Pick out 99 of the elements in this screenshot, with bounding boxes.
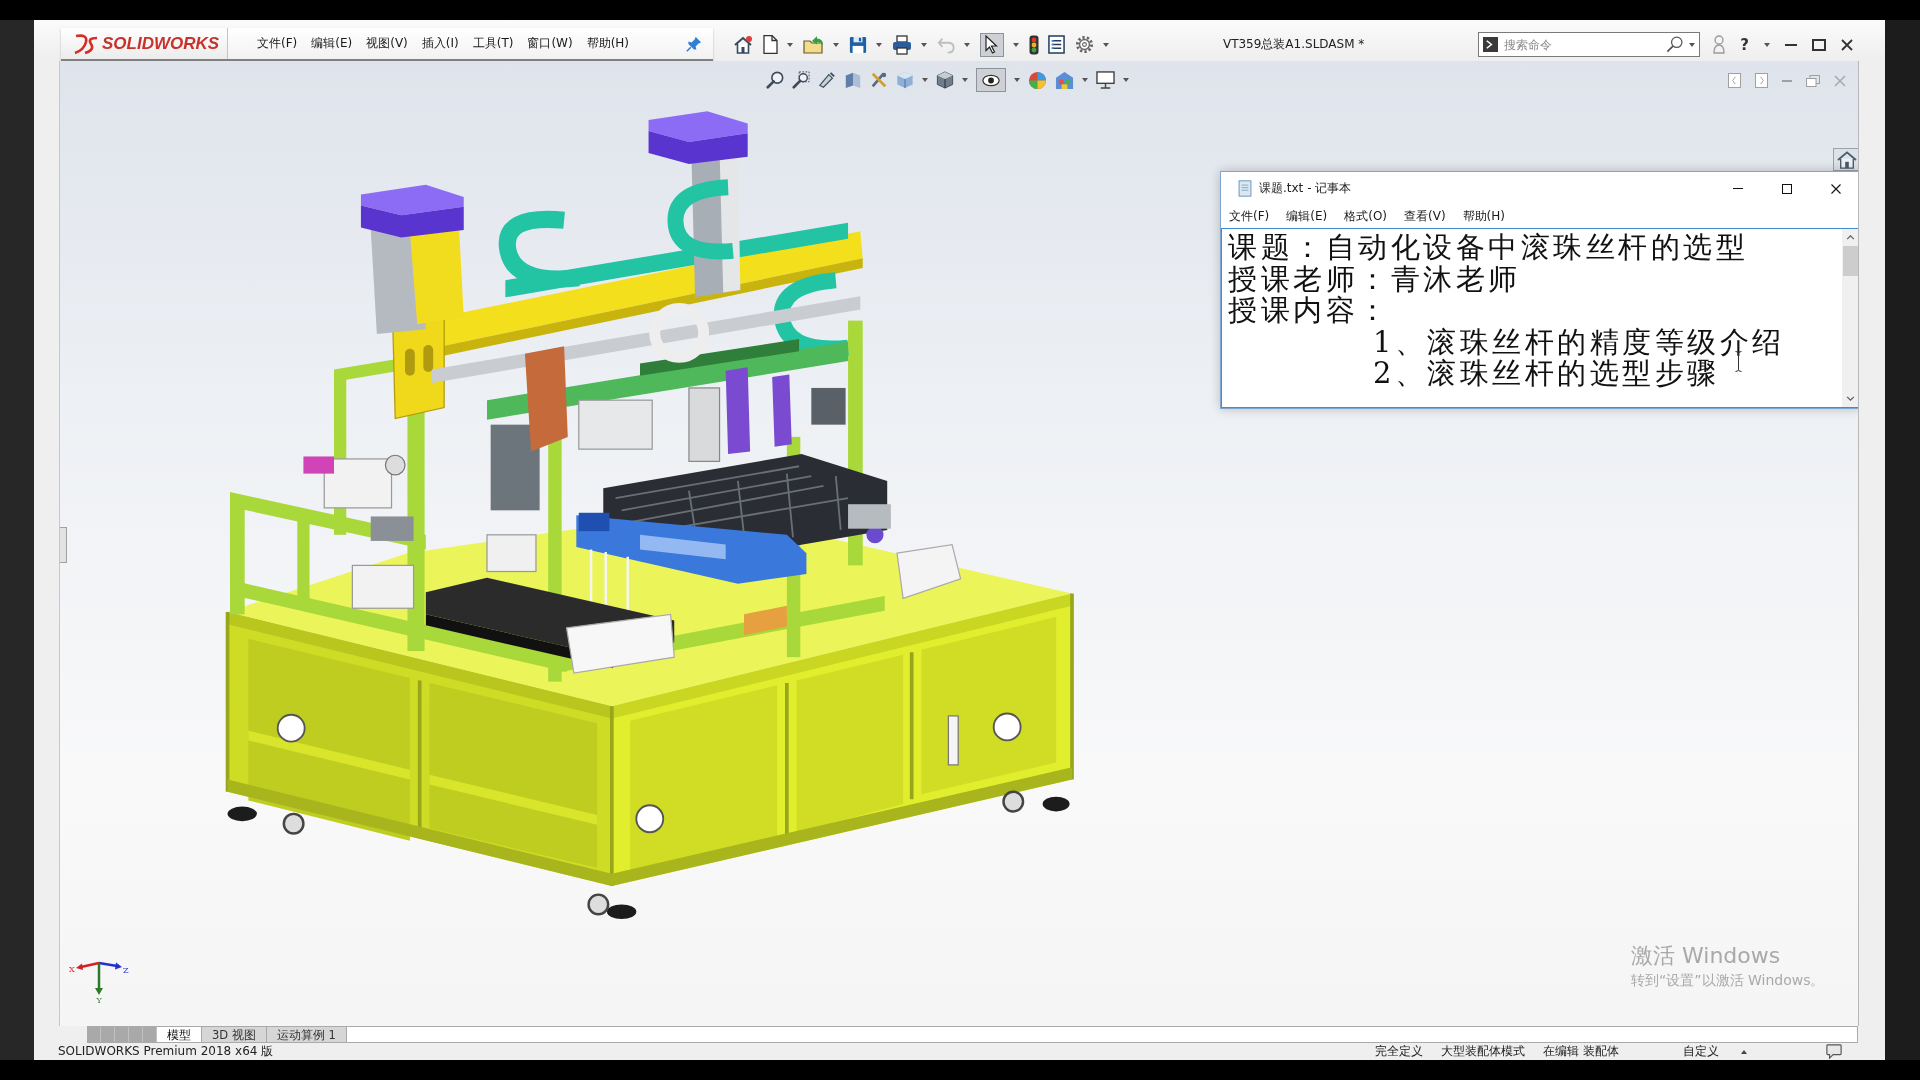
scroll-up-icon[interactable] xyxy=(1846,235,1855,240)
notepad-icon xyxy=(1238,180,1252,197)
select-button[interactable] xyxy=(979,32,1004,57)
menu-item[interactable]: 视图(V) xyxy=(366,35,408,52)
text-line: 课题：自动化设备中滚珠丝杆的选型 xyxy=(1228,232,1748,264)
printer-icon[interactable] xyxy=(891,34,912,55)
menu-item[interactable]: 帮助(H) xyxy=(1462,208,1505,225)
folded-panel-icon[interactable] xyxy=(844,71,862,89)
caret-icon[interactable] xyxy=(1082,78,1088,82)
logo-text: SOLIDWORKS xyxy=(102,33,220,54)
restore-icon[interactable] xyxy=(1806,74,1820,87)
caret-icon[interactable] xyxy=(1013,42,1019,47)
caret-icon[interactable] xyxy=(1123,78,1129,82)
maximize-icon xyxy=(1781,183,1792,194)
menu-item[interactable]: 文件(F) xyxy=(1229,208,1270,225)
text-line: 授课内容： xyxy=(1228,295,1391,327)
magnifier-icon[interactable] xyxy=(766,71,784,89)
document-title: VT359总装A1.SLDASM * xyxy=(1221,36,1366,53)
monitor-icon[interactable] xyxy=(1096,71,1115,89)
caret-icon[interactable] xyxy=(1764,42,1770,47)
cube-icon[interactable] xyxy=(896,71,914,89)
axis-label: Z xyxy=(123,966,129,975)
shaded-cube-icon[interactable] xyxy=(936,71,954,89)
menu-item[interactable]: 编辑(E) xyxy=(1286,208,1328,225)
hide-show-button[interactable] xyxy=(976,68,1006,92)
text-area[interactable]: 课题：自动化设备中滚珠丝杆的选型 授课老师：青沐老师 授课内容： 1、滚珠丝杆的精度等级介绍 2、滚珠丝杆的选型步骤 xyxy=(1221,228,1858,408)
activation-title: 激活 Windows xyxy=(1631,942,1781,970)
caret-icon[interactable] xyxy=(1689,42,1696,47)
scroll-down-icon[interactable] xyxy=(1846,396,1855,401)
graphics-area[interactable]: X Z Y 激活 Windows 转到“设置”以激活 Windows。 课题.txt - 记事本 文件(F) 编辑(E) 格式(O) 查看(V) 帮助(H) 课题：自动化设备中滚珠丝杆的选型 授课老师：青沐老师 授课内容： 1、滚珠丝杆的精度等级介绍 2、滚珠丝杆的选型步骤 xyxy=(59,61,1859,1026)
minimize-icon[interactable] xyxy=(1785,43,1797,46)
menu-item[interactable]: 编辑(E) xyxy=(311,35,353,52)
caret-icon[interactable] xyxy=(787,42,793,47)
status-text: 在编辑 装配体 xyxy=(1543,1043,1619,1060)
command-prompt-icon xyxy=(1483,37,1499,52)
search-field[interactable]: 搜索命令 xyxy=(1478,32,1701,57)
axis-label: Y xyxy=(96,996,102,1004)
folder-arrow-icon[interactable] xyxy=(802,35,824,54)
house-icon xyxy=(1837,150,1857,169)
list-icon[interactable] xyxy=(1048,35,1065,54)
caret-icon[interactable] xyxy=(1741,1049,1747,1054)
arrow-cursor-icon xyxy=(985,35,998,54)
caret-icon[interactable] xyxy=(921,42,927,47)
text-line: 2、滚珠丝杆的选型步骤 xyxy=(1373,358,1720,390)
pencil-icon[interactable] xyxy=(818,71,836,89)
status-text: 自定义 xyxy=(1683,1043,1719,1060)
menu-item[interactable]: 窗口(W) xyxy=(527,35,573,52)
logo-icon xyxy=(73,32,99,55)
window-title: 课题.txt - 记事本 xyxy=(1259,180,1352,197)
status-text: 大型装配体模式 xyxy=(1441,1043,1526,1060)
y-axis-arrow xyxy=(95,963,103,995)
close-icon xyxy=(1830,183,1841,194)
axis-label: X xyxy=(69,965,75,974)
menu-item[interactable]: 帮助(H) xyxy=(586,35,630,52)
text-line: 授课老师：青沐老师 xyxy=(1228,263,1521,295)
maximize-icon[interactable] xyxy=(1812,38,1826,51)
caret-icon[interactable] xyxy=(876,42,882,47)
menu-item[interactable]: 格式(O) xyxy=(1344,208,1388,225)
status-text: SOLIDWORKS Premium 2018 x64 版 xyxy=(58,1043,274,1060)
panel-handle[interactable] xyxy=(60,527,67,563)
close-icon[interactable] xyxy=(1841,38,1853,51)
magnifier-box-icon[interactable] xyxy=(792,71,810,89)
tile-left-icon[interactable] xyxy=(1728,73,1741,88)
user-icon[interactable] xyxy=(1713,35,1726,54)
caret-icon[interactable] xyxy=(964,42,970,47)
status-text: 完全定义 xyxy=(1375,1043,1424,1060)
menu-item[interactable]: 工具(T) xyxy=(472,35,514,52)
gear-icon[interactable] xyxy=(1074,35,1094,54)
house-icon[interactable] xyxy=(733,34,753,55)
caret-icon[interactable] xyxy=(833,42,839,47)
caret-icon[interactable] xyxy=(922,78,928,82)
text-line: 1、滚珠丝杆的精度等级介绍 xyxy=(1373,326,1785,358)
eye-icon xyxy=(982,73,1000,87)
menu-item[interactable]: 查看(V) xyxy=(1404,208,1446,225)
tab[interactable]: 3D 视图 xyxy=(202,1027,267,1042)
caret-icon[interactable] xyxy=(1103,42,1109,47)
color-wheel-icon[interactable] xyxy=(1028,70,1047,90)
menu-item[interactable]: 插入(I) xyxy=(421,35,459,52)
x-axis-arrow xyxy=(76,961,100,970)
search-input[interactable]: 搜索命令 xyxy=(1504,37,1661,52)
home-view-button[interactable] xyxy=(1833,148,1858,171)
caret-icon[interactable] xyxy=(962,78,968,82)
search-icon[interactable] xyxy=(1666,36,1684,53)
traffic-light-icon[interactable] xyxy=(1028,34,1039,55)
pushpin-icon[interactable] xyxy=(686,35,702,52)
activation-message: 转到“设置”以激活 Windows。 xyxy=(1631,971,1825,990)
color-blocks-icon[interactable] xyxy=(1055,70,1074,90)
crossed-tools-icon[interactable] xyxy=(870,71,888,89)
blank-page-icon[interactable] xyxy=(762,35,778,54)
tab[interactable]: 运动算例 1 xyxy=(266,1027,347,1042)
minimize-icon xyxy=(1732,188,1743,189)
z-axis-arrow xyxy=(98,961,122,970)
help-button[interactable]: ? xyxy=(1740,35,1749,54)
caret-icon[interactable] xyxy=(1014,78,1020,82)
menu-item[interactable]: 文件(F) xyxy=(257,35,298,52)
scrollbar[interactable] xyxy=(1842,229,1858,407)
speech-bubble-icon[interactable] xyxy=(1825,1043,1843,1060)
tile-right-icon[interactable] xyxy=(1755,73,1768,88)
scroll-thumb[interactable] xyxy=(1843,246,1858,276)
